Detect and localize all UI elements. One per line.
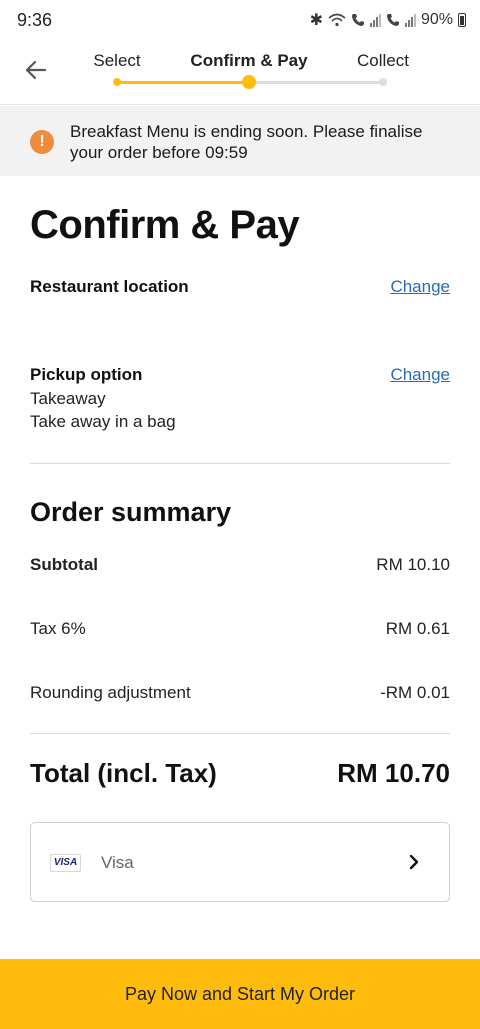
subtotal-label: Subtotal — [30, 555, 98, 574]
bluetooth-icon: ✱ — [309, 12, 323, 29]
alert-icon: ! — [30, 130, 54, 154]
battery-icon — [458, 13, 466, 27]
step-dot-done — [113, 78, 121, 86]
pickup-option-value: Takeaway — [30, 389, 106, 408]
step-confirm-pay: Confirm & Pay — [190, 51, 308, 70]
progress-track-remaining — [249, 81, 383, 84]
banner-message: Breakfast Menu is ending soon. Please fi… — [70, 122, 423, 162]
total-value: RM 10.70 — [337, 758, 450, 788]
arrow-left-icon — [25, 60, 47, 80]
battery-percent: 90% — [420, 11, 453, 28]
menu-ending-banner: ! Breakfast Menu is ending soon. Please … — [0, 106, 480, 176]
change-restaurant-link[interactable]: Change — [390, 277, 450, 297]
status-bar: 9:36 ✱ 90% — [0, 0, 480, 40]
pickup-option-detail: Take away in a bag — [30, 412, 176, 431]
wifi-icon — [328, 13, 346, 27]
visa-card-icon: VISA — [50, 854, 81, 872]
total-label: Total (incl. Tax) — [30, 758, 217, 788]
status-time: 9:36 — [17, 10, 53, 30]
page-title: Confirm & Pay — [30, 203, 300, 247]
change-pickup-link[interactable]: Change — [390, 365, 450, 385]
payment-method-selector[interactable]: VISA Visa — [30, 822, 450, 902]
payment-method-label: Visa — [101, 853, 134, 872]
pay-now-button[interactable]: Pay Now and Start My Order — [0, 959, 480, 1029]
chevron-right-icon — [409, 854, 419, 870]
order-summary-title: Order summary — [30, 497, 232, 527]
divider — [30, 733, 450, 734]
pickup-option-label: Pickup option — [30, 365, 143, 384]
divider — [30, 463, 450, 464]
rounding-value: -RM 0.01 — [380, 683, 450, 702]
call-icon — [386, 14, 399, 26]
back-button[interactable] — [20, 54, 52, 86]
tax-label: Tax 6% — [30, 619, 86, 638]
checkout-progress-header: Select Confirm & Pay Collect — [0, 40, 480, 105]
step-dot-current — [242, 75, 256, 89]
subtotal-value: RM 10.10 — [376, 555, 450, 574]
step-collect: Collect — [357, 51, 409, 70]
rounding-label: Rounding adjustment — [30, 683, 191, 702]
status-icons: ✱ 90% — [310, 10, 466, 30]
step-select: Select — [93, 51, 141, 70]
signal-icon — [404, 13, 416, 27]
restaurant-location-label: Restaurant location — [30, 277, 189, 296]
progress-track-done — [117, 81, 249, 84]
call-icon — [351, 14, 364, 26]
tax-value: RM 0.61 — [385, 619, 450, 638]
step-dot-todo — [379, 78, 387, 86]
signal-icon — [369, 13, 381, 27]
